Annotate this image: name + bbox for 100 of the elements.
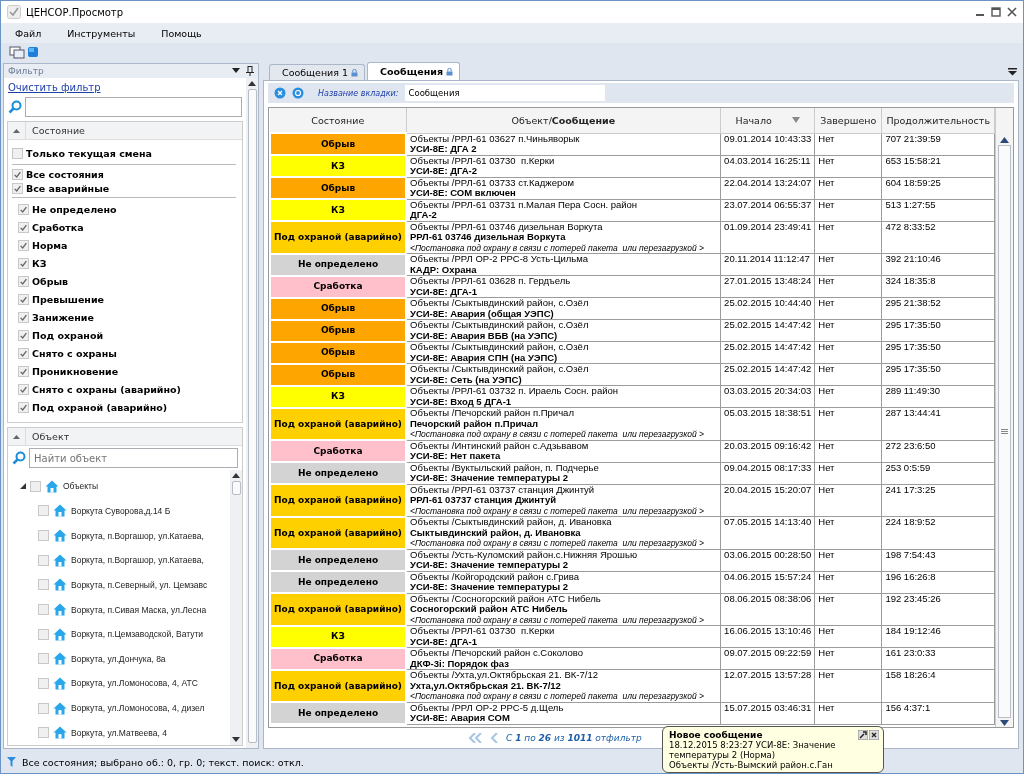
checkbox[interactable] xyxy=(18,365,29,377)
tree-item[interactable]: Воркута, ул.Ломоносова, 4, дизел xyxy=(71,703,205,714)
checkbox[interactable] xyxy=(38,579,49,591)
menu-item[interactable]: Файл xyxy=(15,27,42,39)
tab-menu-icon[interactable] xyxy=(1008,67,1017,76)
checkbox[interactable] xyxy=(38,653,49,665)
checkbox[interactable] xyxy=(18,257,29,269)
checkbox[interactable] xyxy=(38,530,49,542)
object-path: Объекты /РРЛ-61 03730 п.Керки xyxy=(410,626,556,637)
table-cell: 158 18:26:4 xyxy=(881,669,995,702)
window-title: ЦЕНСОР.Просмотр xyxy=(26,6,124,18)
scroll-thumb[interactable] xyxy=(231,481,241,495)
maximize-icon[interactable] xyxy=(991,7,1001,17)
windows-icon[interactable] xyxy=(9,45,25,59)
checkbox[interactable] xyxy=(18,401,29,413)
table-cell: 295 17:35:50 xyxy=(881,319,995,342)
tree-item[interactable]: Воркута, п.Северный, ул. Цемзавс xyxy=(71,579,208,590)
checkbox[interactable] xyxy=(18,311,29,323)
scroll-down-icon[interactable] xyxy=(1000,720,1009,727)
state-cell: Под охраной (аварийно) xyxy=(270,407,406,440)
column-header[interactable]: Объект/Сообщение xyxy=(406,108,721,133)
scroll-up-icon[interactable] xyxy=(248,80,256,86)
table-cell: 04.06.2015 15:57:24 xyxy=(720,571,815,593)
close-icon[interactable] xyxy=(1007,7,1017,17)
checkbox[interactable] xyxy=(18,329,29,341)
refresh-icon[interactable] xyxy=(292,87,304,99)
tree-item[interactable]: Воркута, ул.Дончука, 8а xyxy=(71,653,166,664)
column-header[interactable]: Продолжительность xyxy=(881,108,995,133)
scroll-thumb[interactable] xyxy=(998,145,1011,718)
column-header[interactable]: Завершено xyxy=(814,108,882,133)
object-path: Объекты /РРЛ-61 03746 дизельная Воркута xyxy=(410,222,604,232)
dropdown-icon[interactable] xyxy=(232,66,240,74)
checkbox[interactable] xyxy=(38,505,49,517)
table-cell: 156 4:37:1 xyxy=(881,702,995,724)
tab-name-field[interactable]: Сообщения xyxy=(404,85,605,101)
scrollbar[interactable] xyxy=(230,470,242,745)
wrench-icon[interactable] xyxy=(858,730,868,740)
tree-item[interactable]: Объекты xyxy=(63,481,99,492)
state-cell: Под охраной (аварийно) xyxy=(270,516,406,549)
checkbox[interactable] xyxy=(38,702,49,714)
scroll-up-icon[interactable] xyxy=(1000,136,1009,143)
table-cell: 653 15:58:21 xyxy=(881,155,995,177)
cube-icon[interactable] xyxy=(27,46,39,58)
checkbox[interactable] xyxy=(18,275,29,287)
close-icon[interactable] xyxy=(869,730,879,740)
checkbox[interactable] xyxy=(18,221,29,233)
menu-item[interactable]: Инструменты xyxy=(67,27,136,39)
expanded-icon[interactable] xyxy=(20,483,26,490)
checkbox[interactable] xyxy=(30,480,41,492)
tree-item[interactable]: Воркута, п.Воргашор, ул.Катаева, xyxy=(71,530,204,541)
tree-item[interactable]: Воркута, п.Сивая Маска, ул.Лесна xyxy=(71,604,207,615)
clear-filter-link[interactable]: Очистить фильтр xyxy=(4,78,105,95)
message-text: УСИ-8Е: ДГА 2 xyxy=(410,144,478,154)
tree-item[interactable]: Воркута, ул.Матвеева, 4 xyxy=(71,727,167,738)
object-path: Объекты /РРЛ-61 03737 станция Джинтуй xyxy=(410,485,596,495)
collapse-icon xyxy=(13,434,20,439)
scroll-down-icon[interactable] xyxy=(232,737,240,743)
checkbox[interactable] xyxy=(12,182,23,194)
checkbox[interactable] xyxy=(18,383,29,395)
checkbox[interactable] xyxy=(38,554,49,566)
column-header[interactable]: Начало xyxy=(720,108,815,133)
table-cell: 09.01.2014 10:43:33 xyxy=(720,133,815,155)
tab[interactable]: Сообщения 1 xyxy=(269,64,366,80)
scroll-thumb[interactable] xyxy=(247,89,257,743)
checkbox[interactable] xyxy=(38,628,49,640)
table-cell: 707 21:39:59 xyxy=(881,133,995,155)
close-tab-icon[interactable] xyxy=(274,87,286,99)
tab[interactable]: Сообщения xyxy=(367,62,460,80)
table-cell: Нет xyxy=(814,297,882,320)
table-cell: 16.06.2015 13:10:46 xyxy=(720,625,815,648)
checkbox[interactable] xyxy=(12,147,23,159)
tree-item[interactable]: Воркута, ул.Ломоносова, 4, АТС xyxy=(71,678,198,689)
checkbox[interactable] xyxy=(18,293,29,305)
column-header[interactable]: Состояние xyxy=(270,108,406,133)
checkbox[interactable] xyxy=(38,604,49,615)
tree-item[interactable]: Воркута Суворова,д.14 Б xyxy=(71,505,171,516)
notification-message: 18.12.2015 8:23:27 УСИ-8Е: Значение температуры 2 (Норма) xyxy=(669,740,837,760)
tree-item[interactable]: Воркута, п.Воргашор, ул.Катаева, xyxy=(71,555,204,566)
table-cell: 20.03.2015 09:16:42 xyxy=(720,440,815,462)
table-cell: 184 19:12:46 xyxy=(881,625,995,648)
checkbox[interactable] xyxy=(18,203,29,215)
checkbox[interactable] xyxy=(18,239,29,251)
pin-icon[interactable] xyxy=(246,66,254,76)
object-path: Объекты /РРЛ-61 03733 ст.Каджером xyxy=(410,178,576,188)
checkbox[interactable] xyxy=(12,168,23,180)
search-field[interactable]: Найти объект xyxy=(29,448,238,468)
checkbox[interactable] xyxy=(38,727,49,739)
scrollbar[interactable] xyxy=(246,78,258,748)
collapse-icon xyxy=(13,128,20,133)
menu-item[interactable]: Помощь xyxy=(161,27,202,39)
scrollbar[interactable] xyxy=(995,108,1013,727)
checkbox[interactable] xyxy=(38,677,49,689)
tree-item[interactable]: Воркута, п.Цемзаводской, Ватути xyxy=(71,629,204,640)
checkbox-label: Все аварийные xyxy=(26,182,110,194)
object-path: Объекты /Печорский район с.Соколово xyxy=(410,648,584,659)
table-cell: Нет xyxy=(814,549,882,571)
search-field[interactable] xyxy=(25,97,242,117)
scroll-up-icon[interactable] xyxy=(232,472,240,478)
checkbox[interactable] xyxy=(18,347,29,359)
search-icon xyxy=(8,100,22,114)
